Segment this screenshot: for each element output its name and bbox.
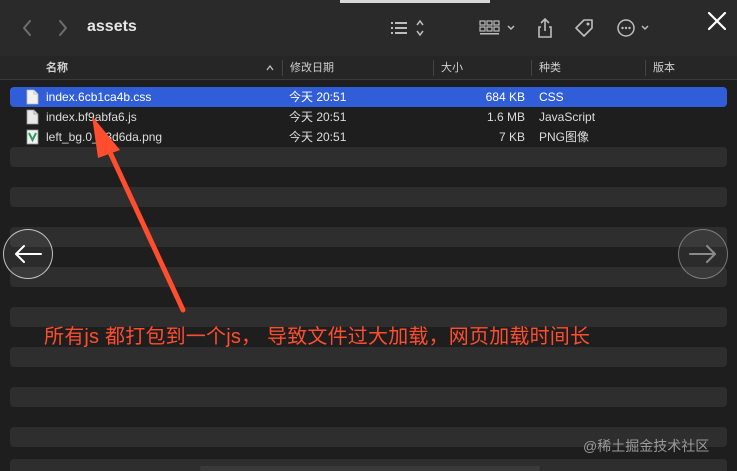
column-divider xyxy=(433,60,434,76)
empty-row xyxy=(10,227,727,247)
file-row[interactable]: left_bg.0__3d6da.png 今天 20:51 7 KB PNG图像 xyxy=(10,127,727,147)
file-name: index.bf9abfa6.js xyxy=(46,110,137,124)
chevron-left-icon xyxy=(23,20,31,36)
list-view-icon xyxy=(391,19,424,37)
view-options-button[interactable] xyxy=(390,14,426,42)
column-divider xyxy=(282,60,283,76)
share-button[interactable] xyxy=(536,14,554,42)
empty-row xyxy=(10,147,727,167)
sort-ascending-icon[interactable] xyxy=(265,63,275,73)
arrow-right-icon xyxy=(689,245,716,263)
empty-row xyxy=(10,267,727,287)
file-name: index.6cb1ca4b.css xyxy=(46,90,152,104)
column-date[interactable]: 修改日期 xyxy=(290,56,334,80)
folder-title: assets xyxy=(87,18,137,35)
file-date: 今天 20:51 xyxy=(289,90,347,104)
ellipsis-icon xyxy=(617,19,649,37)
empty-row xyxy=(10,187,727,207)
empty-row xyxy=(10,347,727,367)
column-version[interactable]: 版本 xyxy=(653,56,675,80)
column-divider xyxy=(531,60,532,76)
annotation-text: 所有js 都打包到一个js， 导致文件过大加载，网页加载时间长 xyxy=(44,326,591,348)
more-actions-button[interactable] xyxy=(615,14,653,42)
column-kind[interactable]: 种类 xyxy=(539,56,561,80)
arrow-left-icon xyxy=(15,245,42,263)
column-divider xyxy=(645,60,646,76)
file-size: 1.6 MB xyxy=(486,110,525,124)
title-strip xyxy=(340,0,490,3)
tag-button[interactable] xyxy=(573,14,595,42)
document-icon xyxy=(26,89,39,105)
group-button[interactable] xyxy=(479,14,517,42)
image-file-icon xyxy=(26,129,39,145)
file-date: 今天 20:51 xyxy=(289,130,347,144)
close-icon[interactable] xyxy=(704,8,730,34)
tag-icon xyxy=(575,19,593,37)
file-size: 7 KB xyxy=(498,130,525,144)
finder-toolbar: assets xyxy=(0,0,737,56)
next-arrow-button[interactable] xyxy=(678,229,728,279)
chevron-right-icon xyxy=(59,20,67,36)
column-size[interactable]: 大小 xyxy=(441,56,463,80)
horizontal-scrollbar[interactable] xyxy=(200,466,540,471)
file-size: 684 KB xyxy=(485,90,525,104)
watermark: @稀土掘金技术社区 xyxy=(583,438,710,454)
file-row[interactable]: index.6cb1ca4b.css 今天 20:51 684 KB CSS xyxy=(10,87,727,107)
file-kind: PNG图像 xyxy=(539,130,590,144)
column-name[interactable]: 名称 xyxy=(46,56,68,80)
previous-arrow-button[interactable] xyxy=(3,229,53,279)
file-row[interactable]: index.bf9abfa6.js 今天 20:51 1.6 MB JavaSc… xyxy=(10,107,727,127)
empty-row xyxy=(10,387,727,407)
document-icon xyxy=(26,109,39,125)
back-button[interactable] xyxy=(16,14,38,42)
forward-button[interactable] xyxy=(52,14,74,42)
file-kind: JavaScript xyxy=(539,110,596,124)
file-date: 今天 20:51 xyxy=(289,110,347,124)
share-icon xyxy=(538,17,552,38)
column-header: 名称 修改日期 大小 种类 版本 xyxy=(0,56,737,80)
grid-group-icon xyxy=(479,20,515,35)
file-name: left_bg.0__3d6da.png xyxy=(46,130,163,144)
file-kind: CSS xyxy=(539,90,564,104)
